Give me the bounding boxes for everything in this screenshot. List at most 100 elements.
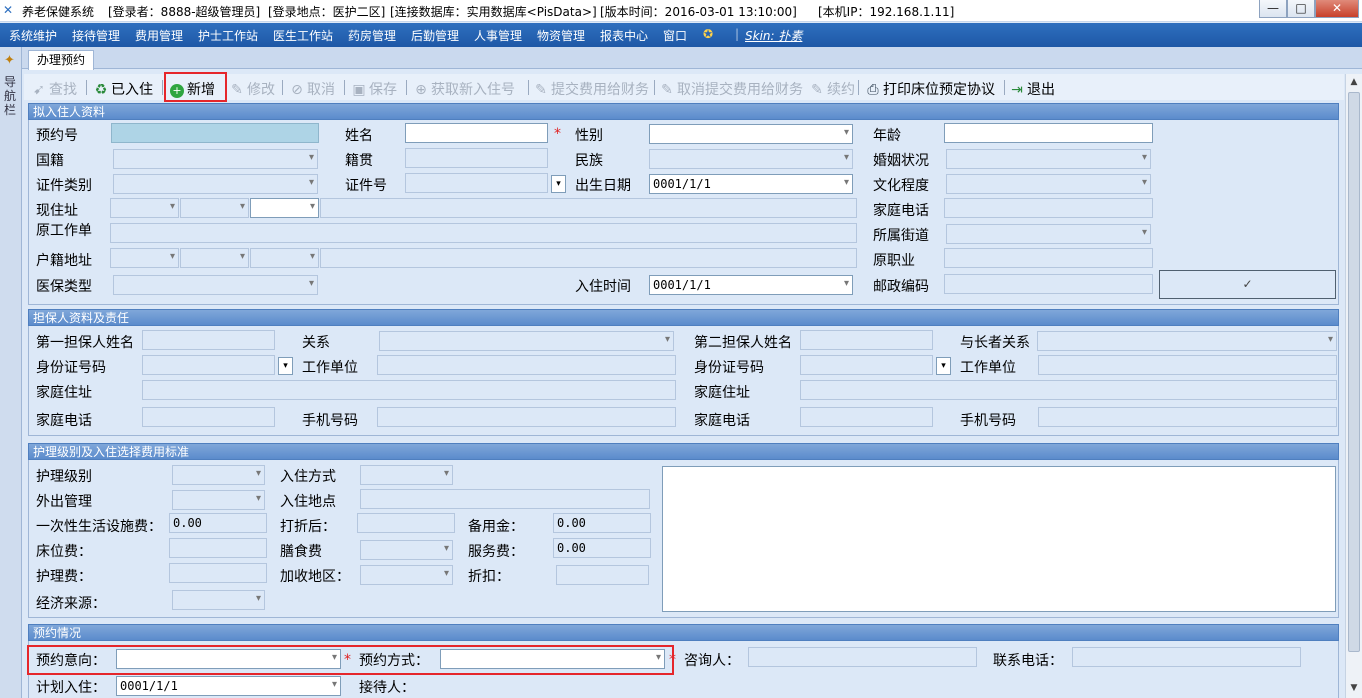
nav-home-icon[interactable]: ✦: [4, 53, 15, 68]
address-province-select[interactable]: [110, 198, 179, 218]
edit-button[interactable]: ✎ 修改: [230, 79, 275, 99]
consultant-input[interactable]: [748, 647, 977, 667]
address-detail-input[interactable]: [320, 198, 857, 218]
save-button[interactable]: ▣ 保存: [352, 79, 397, 99]
service-fee-input[interactable]: 0.00: [553, 538, 651, 558]
cancel-button[interactable]: ⊘ 取消: [290, 79, 335, 99]
menu-system[interactable]: 系统维护: [9, 27, 57, 44]
receptionist-input[interactable]: [413, 676, 665, 696]
insurance-select[interactable]: [113, 275, 318, 295]
exit-button[interactable]: ⇥ 退出: [1010, 79, 1055, 99]
elder-relation-select[interactable]: [1037, 331, 1337, 351]
outing-select[interactable]: [172, 490, 265, 510]
menu-reports[interactable]: 报表中心: [600, 27, 648, 44]
renew-button[interactable]: ✎ 续约: [810, 79, 855, 99]
name-input[interactable]: [405, 123, 548, 143]
id-no-input[interactable]: [405, 173, 548, 193]
former-job-input[interactable]: [944, 248, 1153, 268]
skin-selector[interactable]: Skin: 扑素: [745, 27, 802, 44]
marital-select[interactable]: [946, 149, 1151, 169]
care-level-select[interactable]: [172, 465, 265, 485]
notes-textarea[interactable]: [662, 466, 1336, 612]
menu-materials[interactable]: 物资管理: [537, 27, 585, 44]
scroll-thumb[interactable]: [1348, 92, 1360, 652]
menu-fees[interactable]: 费用管理: [135, 27, 183, 44]
g2-id-dropdown-icon[interactable]: ▾: [936, 357, 951, 375]
menu-window[interactable]: 窗口: [663, 27, 687, 44]
g2-id-input[interactable]: [800, 355, 933, 375]
maximize-button[interactable]: □: [1287, 0, 1315, 18]
hukou-detail-input[interactable]: [320, 248, 857, 268]
care-fee-input[interactable]: [169, 563, 267, 583]
reserve-fund-input[interactable]: 0.00: [553, 513, 651, 533]
scroll-up-icon[interactable]: ▲: [1347, 74, 1361, 90]
g2-mobile-input[interactable]: [1038, 407, 1337, 427]
nationality-select[interactable]: [113, 149, 318, 169]
g2-address-input[interactable]: [800, 380, 1337, 400]
address-city-select[interactable]: [180, 198, 249, 218]
g1-work-input[interactable]: [377, 355, 676, 375]
tab-reservation[interactable]: 办理预约: [28, 50, 94, 70]
hukou-district-select[interactable]: [250, 248, 319, 268]
checkin-mode-select[interactable]: [360, 465, 453, 485]
get-new-number-button[interactable]: ⊕ 获取新入住号: [414, 79, 515, 99]
vertical-scrollbar[interactable]: ▲ ▼: [1345, 74, 1362, 698]
menu-pharmacy[interactable]: 药房管理: [348, 27, 396, 44]
checked-in-button[interactable]: ♻ 已入住: [94, 79, 153, 99]
id-type-select[interactable]: [113, 174, 318, 194]
g1-name-input[interactable]: [142, 330, 275, 350]
funding-select[interactable]: [172, 590, 265, 610]
help-icon[interactable]: ✪: [703, 27, 713, 41]
g1-mobile-input[interactable]: [377, 407, 676, 427]
menu-nurse[interactable]: 护士工作站: [198, 27, 258, 44]
former-work-input[interactable]: [110, 223, 857, 243]
facility-fee-input[interactable]: 0.00: [169, 513, 267, 533]
menu-logistics[interactable]: 后勤管理: [411, 27, 459, 44]
meal-fee-label: 膳食费: [280, 544, 322, 560]
find-button[interactable]: ➹ 查找: [32, 79, 77, 99]
submit-fee-button[interactable]: ✎ 提交费用给财务: [534, 79, 649, 99]
g1-phone-input[interactable]: [142, 407, 275, 427]
g1-address-input[interactable]: [142, 380, 676, 400]
checkin-date-picker[interactable]: 0001/1/1: [649, 275, 853, 295]
plan-date-picker[interactable]: 0001/1/1: [116, 676, 341, 696]
id-no-dropdown-icon[interactable]: ▾: [551, 175, 566, 193]
ethnic-select[interactable]: [649, 149, 853, 169]
cancel-submit-fee-button[interactable]: ✎ 取消提交费用给财务: [660, 79, 803, 99]
g2-phone-input[interactable]: [800, 407, 933, 427]
address-district-select[interactable]: [250, 198, 319, 218]
menu-hr[interactable]: 人事管理: [474, 27, 522, 44]
g1-id-input[interactable]: [142, 355, 275, 375]
menu-reception[interactable]: 接待管理: [72, 27, 120, 44]
nav-label[interactable]: 导航栏: [4, 75, 18, 117]
meal-fee-select[interactable]: [360, 540, 453, 560]
discount-input[interactable]: [556, 565, 649, 585]
scroll-down-icon[interactable]: ▼: [1347, 680, 1361, 696]
after-discount-input[interactable]: [357, 513, 455, 533]
checkin-place-input[interactable]: [360, 489, 650, 509]
native-place-input[interactable]: [405, 148, 548, 168]
street-select[interactable]: [946, 224, 1151, 244]
insurance-label: 医保类型: [36, 279, 92, 295]
photo-box-icon[interactable]: ✓: [1159, 270, 1336, 299]
g2-work-input[interactable]: [1038, 355, 1337, 375]
bed-fee-input[interactable]: [169, 538, 267, 558]
hukou-city-select[interactable]: [180, 248, 249, 268]
education-select[interactable]: [946, 174, 1151, 194]
nav-strip[interactable]: ✦ 导航栏: [0, 47, 22, 698]
minimize-button[interactable]: —: [1259, 0, 1287, 18]
close-button[interactable]: ✕: [1315, 0, 1359, 18]
postcode-input[interactable]: [944, 274, 1153, 294]
gender-select[interactable]: [649, 124, 853, 144]
surcharge-select[interactable]: [360, 565, 453, 585]
g1-id-dropdown-icon[interactable]: ▾: [278, 357, 293, 375]
hukou-province-select[interactable]: [110, 248, 179, 268]
relation-select[interactable]: [379, 331, 674, 351]
contact-input[interactable]: [1072, 647, 1301, 667]
menu-doctor[interactable]: 医生工作站: [273, 27, 333, 44]
birth-date-picker[interactable]: 0001/1/1: [649, 174, 853, 194]
g2-name-input[interactable]: [800, 330, 933, 350]
home-phone-input[interactable]: [944, 198, 1153, 218]
print-agreement-button[interactable]: ⎙ 打印床位预定协议: [866, 79, 995, 99]
age-input[interactable]: [944, 123, 1153, 143]
